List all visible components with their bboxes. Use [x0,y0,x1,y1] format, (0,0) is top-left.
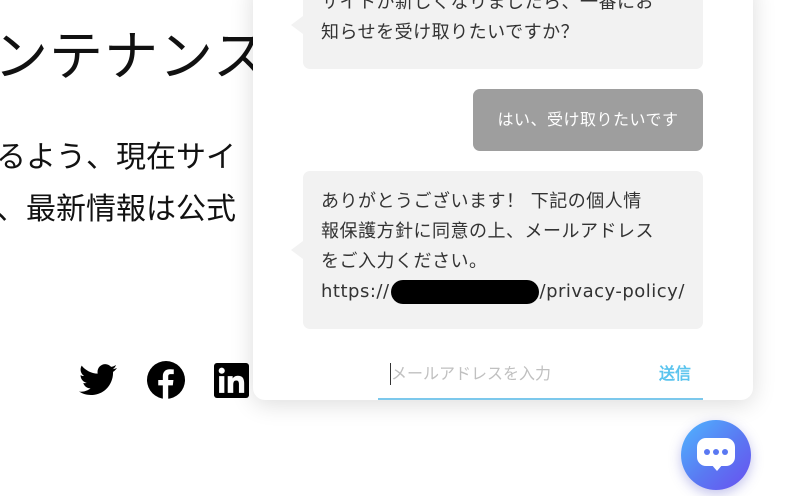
bot-message: ありがとうございます！ 下記の個人情 報保護方針に同意の上、メールアドレス をご… [291,171,703,329]
chat-launcher-button[interactable] [681,420,751,490]
bot-message: サイトが新しくなりましたら、一番にお 知らせを受け取りたいですか？ [291,0,703,69]
link-prefix: https:// [321,281,390,302]
linkedin-link[interactable] [214,360,249,400]
message-line: サイトが新しくなりましたら、一番にお [321,0,654,13]
twitter-link[interactable] [79,360,117,400]
email-input[interactable] [391,358,631,388]
message-line: ありがとうございます！ 下記の個人情 [321,191,642,212]
page-heading: ンテナンス [0,25,268,88]
chat-panel: サイトが新しくなりましたら、一番にお 知らせを受け取りたいですか？ はい、受け取… [253,0,753,400]
send-button[interactable]: 送信 [659,360,691,384]
twitter-icon [79,364,117,396]
redacted-domain [390,280,539,304]
facebook-link[interactable] [147,360,185,400]
page-text-line: るよう、現在サイ [0,140,236,175]
user-message: はい、受け取りたいです [473,89,703,151]
chat-bubble-icon [697,438,735,472]
page-text-line: 、最新情報は公式 [0,192,236,227]
linkedin-icon [214,362,249,398]
message-line: 知らせを受け取りたいですか？ [321,22,580,43]
message-line: 報保護方針に同意の上、メールアドレス [321,221,654,242]
email-input-row: 送信 [378,354,703,400]
facebook-icon [147,361,185,399]
privacy-policy-link[interactable]: https:// /privacy-policy/ [321,277,685,307]
message-line: をご入力ください。 [321,251,488,272]
link-suffix: /privacy-policy/ [539,281,685,302]
